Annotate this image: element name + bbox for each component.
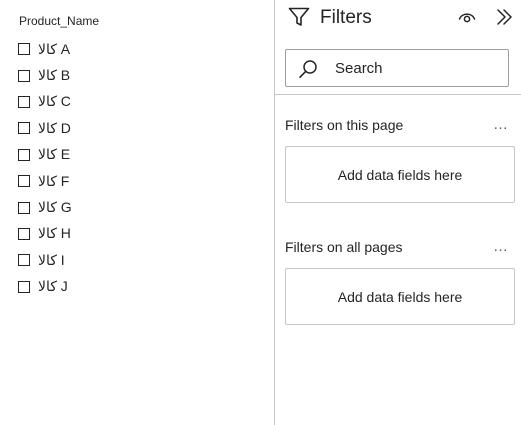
checkbox[interactable] <box>18 201 30 214</box>
slicer-item[interactable]: کالا C <box>18 89 72 115</box>
slicer-title: Product_Name <box>19 14 100 28</box>
search-icon <box>299 60 317 79</box>
checkbox[interactable] <box>18 280 30 293</box>
checkbox[interactable] <box>18 175 30 188</box>
section-title-all-pages: Filters on all pages <box>285 239 403 255</box>
slicer-item[interactable]: کالا I <box>18 247 72 273</box>
checkbox[interactable] <box>18 122 30 135</box>
filters-pane: Filters Search Filters on this page … Ad… <box>275 0 521 425</box>
slicer-item[interactable]: کالا G <box>18 194 72 220</box>
slicer-item-label: کالا F <box>38 172 70 189</box>
search-input[interactable]: Search <box>285 49 509 87</box>
checkbox[interactable] <box>18 254 30 267</box>
double-chevron-right-icon[interactable] <box>495 8 513 26</box>
slicer-item-label: کالا B <box>38 67 71 84</box>
pane-title: Filters <box>320 7 372 28</box>
slicer-item-label: کالا C <box>38 93 71 110</box>
drop-zone-this-page[interactable]: Add data fields here <box>285 146 515 203</box>
slicer-item-label: کالا H <box>38 225 71 242</box>
product-name-slicer: Product_Name کالا A کالا B کالا C کالا D… <box>0 0 274 425</box>
funnel-icon <box>288 7 310 26</box>
filters-pane-header: Filters <box>275 0 521 36</box>
slicer-item-label: کالا D <box>38 119 71 136</box>
drop-zone-all-pages[interactable]: Add data fields here <box>285 268 515 325</box>
slicer-item[interactable]: کالا J <box>18 274 72 300</box>
divider <box>275 94 521 95</box>
slicer-list: کالا A کالا B کالا C کالا D کالا E کالا … <box>18 36 72 300</box>
slicer-item[interactable]: کالا D <box>18 115 72 141</box>
checkbox[interactable] <box>18 148 30 161</box>
slicer-item-label: کالا G <box>38 199 72 216</box>
slicer-item-label: کالا J <box>38 278 68 295</box>
slicer-item[interactable]: کالا E <box>18 142 72 168</box>
more-options-icon[interactable]: … <box>493 238 509 255</box>
checkbox[interactable] <box>18 227 30 240</box>
slicer-item-label: کالا A <box>38 40 71 57</box>
slicer-item[interactable]: کالا A <box>18 36 72 62</box>
slicer-item[interactable]: کالا B <box>18 62 72 88</box>
slicer-item[interactable]: کالا H <box>18 221 72 247</box>
checkbox[interactable] <box>18 95 30 108</box>
eye-icon[interactable] <box>458 9 476 25</box>
slicer-item[interactable]: کالا F <box>18 168 72 194</box>
more-options-icon[interactable]: … <box>493 116 509 133</box>
checkbox[interactable] <box>18 69 30 82</box>
slicer-item-label: کالا E <box>38 146 71 163</box>
checkbox[interactable] <box>18 43 30 56</box>
section-title-this-page: Filters on this page <box>285 117 404 133</box>
search-placeholder: Search <box>335 60 383 77</box>
slicer-item-label: کالا I <box>38 251 65 268</box>
report-canvas: Product_Name کالا A کالا B کالا C کالا D… <box>0 0 521 425</box>
